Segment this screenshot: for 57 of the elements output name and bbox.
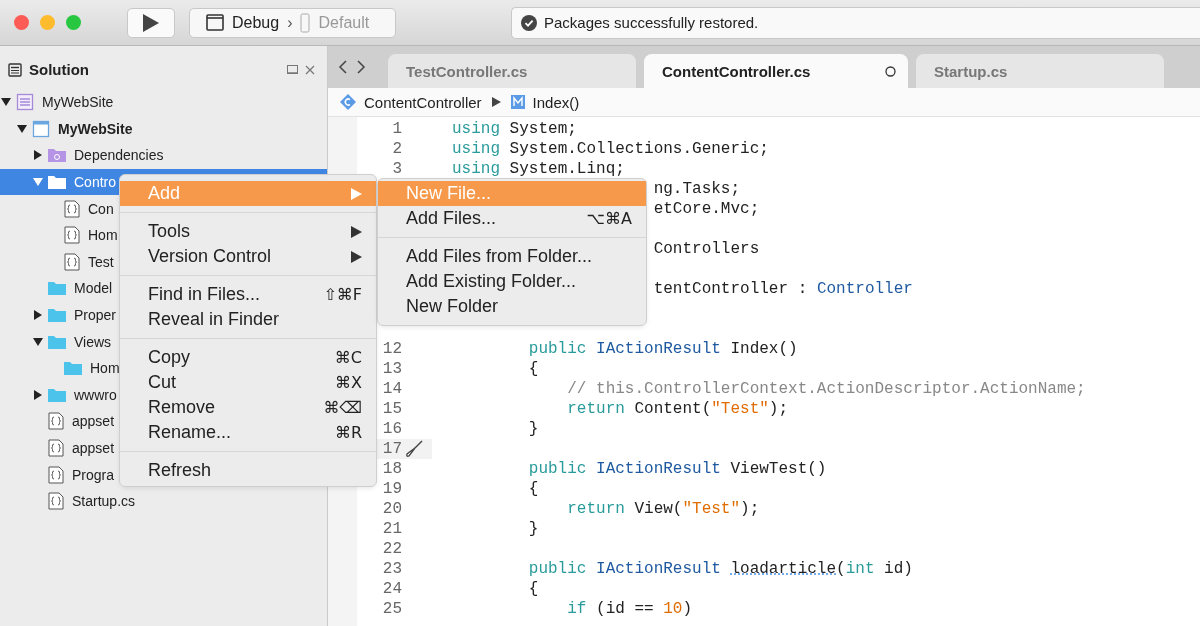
tree-item-label: Con [88,200,114,217]
code-line: public IActionResult loadarticle(int id) [528,560,913,578]
code-line: public IActionResult Index() [528,340,798,358]
tree-item-label: Startup.cs [72,493,136,510]
tree-item-label: wwwro [74,386,117,403]
configuration-label: Debug [232,13,280,32]
device-label: Default [318,13,370,32]
tree-item-label: Dependencies [74,147,164,164]
line-number: 3 [391,160,402,178]
tree-item-label: Hom [90,360,120,377]
sidebar-title: Solution [29,61,89,78]
code-line: return View("Test"); [567,500,760,518]
tree-item-label: Test [88,253,114,270]
line-number: 20 [381,500,402,518]
tree-item-label: appset [72,440,115,456]
code-line: { [528,580,539,598]
tree-item-label: appset [72,413,115,430]
line-number: 13 [381,360,402,378]
code-line: using System.Collections.Generic; [452,140,769,158]
code-line: tentController : Controller [653,280,913,298]
tree-item-label: Contro [74,174,117,191]
code-line: return Content("Test"); [567,400,789,418]
code-line: ng.Tasks; [653,180,741,198]
line-number: 18 [381,460,402,478]
line-number: 1 [391,120,402,138]
line-number: 17 [381,440,402,458]
tree-item-label: Views [74,333,112,350]
line-number: 2 [391,140,402,158]
chevron-separator: › [287,13,293,32]
tree-item-label: MyWebSite [42,94,114,111]
line-number: 19 [381,480,402,498]
line-number: 14 [381,380,402,398]
tree-item-label: MyWebSite [58,120,133,137]
tree-item-label: Progra [72,466,115,483]
line-number: 24 [381,580,402,598]
status-message: Packages successfully restored. [544,14,759,31]
line-number: 12 [381,340,402,358]
tree-item-label: Hom [88,227,118,244]
line-number: 25 [381,600,402,618]
line-number: 21 [381,520,402,538]
code-line: public IActionResult ViewTest() [528,460,827,478]
line-number: 22 [381,540,402,558]
code-line: if (id == 10) [567,600,693,618]
line-number: 16 [381,420,402,438]
code-line: using System.Linq; [452,160,625,178]
code-line: Controllers [653,240,760,258]
code-line: { [528,480,539,498]
tree-item-label: Proper [74,307,117,324]
line-number: 23 [381,560,402,578]
code-line: using System; [452,120,577,138]
code-line: } [528,520,539,538]
code-line: etCore.Mvc; [653,200,760,218]
line-number: 15 [381,400,402,418]
code-line: // this.ControllerContext.ActionDescriptor.ActionName; [567,380,1086,398]
tree-item-label: Model [74,280,113,297]
code-line: { [528,360,539,378]
code-line: } [528,420,539,438]
